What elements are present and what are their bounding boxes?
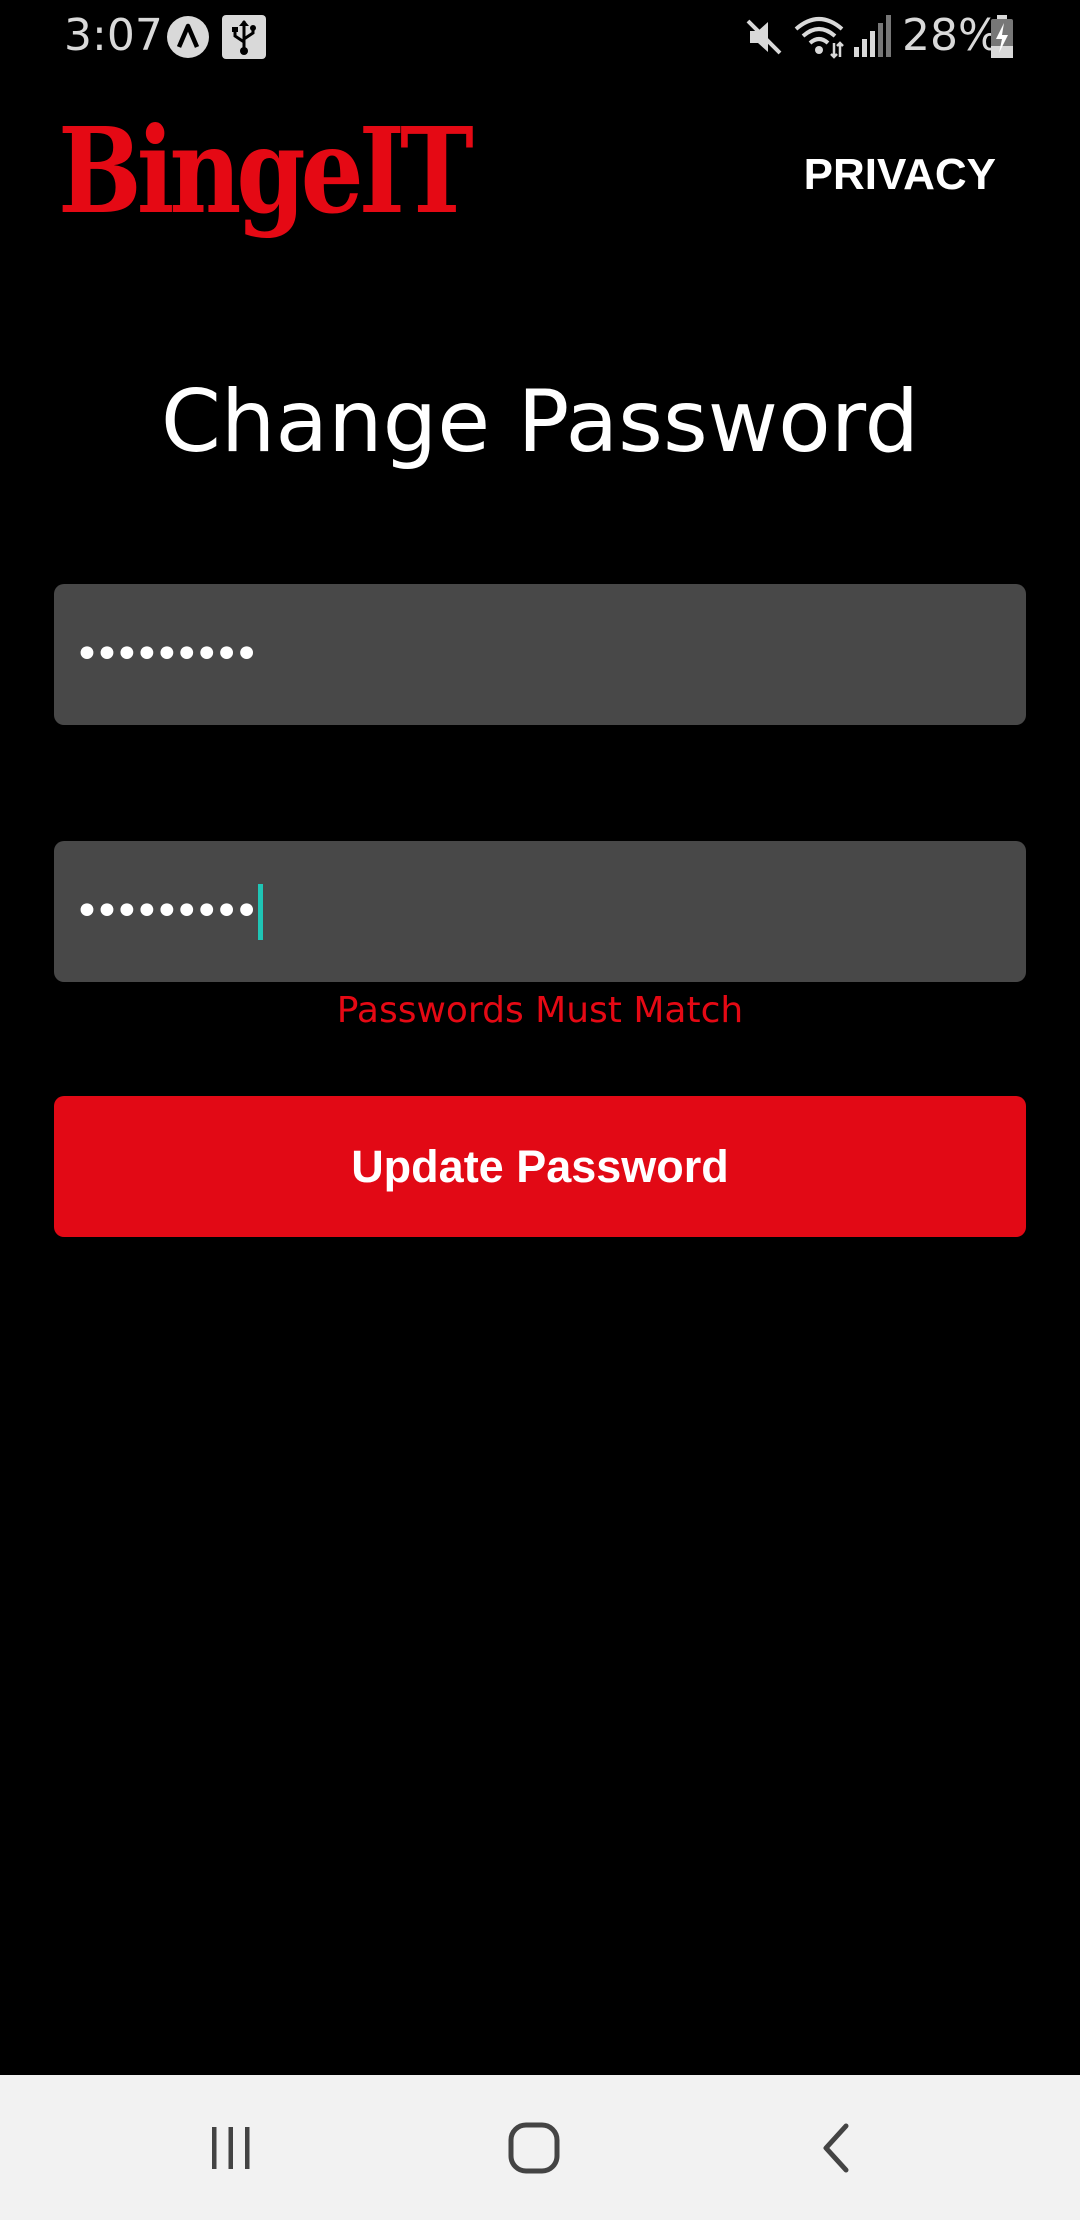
android-auto-icon [166,15,210,64]
home-button[interactable] [479,2095,589,2205]
page-title: Change Password [160,372,920,472]
wifi-icon [794,15,844,64]
new-password-value: ••••••••• [74,628,260,680]
back-button[interactable] [781,2095,891,2205]
change-password-screen: 3:07 28% BingeIT PRIVACY Change Password… [0,0,1080,2220]
mute-icon [744,15,784,64]
system-nav-bar [0,2075,1080,2220]
recents-icon [206,2123,256,2178]
battery-percentage: 28% [902,10,1000,61]
update-password-button[interactable]: Update Password [54,1096,1026,1237]
status-time: 3:07 [64,10,163,61]
confirm-password-field[interactable]: ••••••••• [54,841,1026,982]
status-bar: 3:07 28% [0,0,1080,72]
text-cursor [257,883,263,940]
bingeit-logo: BingeIT [58,101,474,240]
home-icon [506,2120,562,2181]
privacy-link[interactable]: PRIVACY [804,150,996,200]
usb-icon [222,15,266,64]
signal-icon [852,15,892,64]
recents-button[interactable] [176,2095,286,2205]
password-mismatch-error: Passwords Must Match [336,990,744,1031]
confirm-password-value: ••••••••• [74,885,260,937]
battery-charging-icon [990,15,1014,64]
new-password-field[interactable]: ••••••••• [54,584,1026,725]
back-icon [816,2120,856,2181]
